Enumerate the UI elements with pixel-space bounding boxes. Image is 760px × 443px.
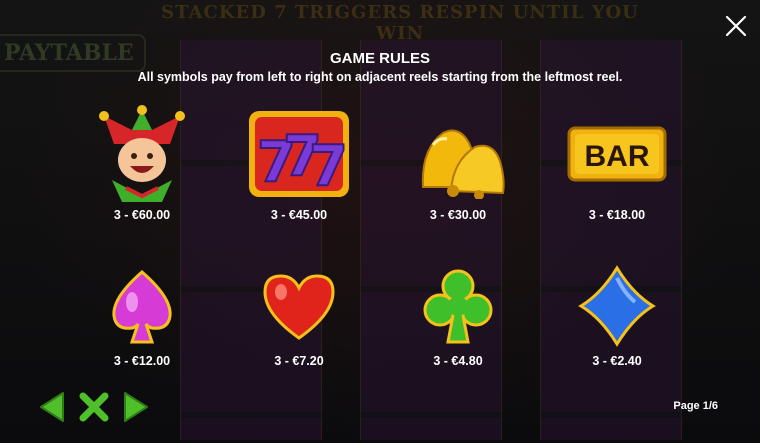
background-reel [180, 40, 322, 440]
symbol-card-bar: BAR 3 - €18.00 [537, 104, 697, 222]
club-icon [423, 269, 493, 344]
symbol-card-club: 3 - €4.80 [378, 262, 538, 368]
close-icon [725, 15, 747, 37]
arrow-right-icon [124, 392, 148, 422]
page-indicator: Page 1/6 [673, 400, 718, 412]
rules-subtitle: All symbols pay from left to right on ad… [137, 70, 623, 84]
background-reel [540, 40, 682, 440]
symbol-payout: 3 - €45.00 [270, 208, 328, 222]
symbol-payout: 3 - €2.40 [592, 354, 642, 368]
symbol-card-bells: 3 - €30.00 [378, 104, 538, 222]
jester-icon [99, 105, 185, 202]
symbol-card-diamond: 3 - €2.40 [537, 262, 697, 368]
diamond-icon [578, 265, 656, 347]
lucky-777-icon: 7 7 7 [249, 111, 349, 199]
close-rules-button[interactable] [76, 390, 112, 424]
next-page-button[interactable] [118, 390, 154, 424]
bar-icon: BAR [567, 126, 667, 182]
symbol-payout: 3 - €60.00 [113, 208, 171, 222]
symbol-card-777: 7 7 7 3 - €45.00 [219, 104, 379, 222]
symbol-payout: 3 - €7.20 [274, 354, 324, 368]
previous-page-button[interactable] [34, 390, 70, 424]
background-reel [360, 40, 502, 440]
rules-title: GAME RULES [329, 50, 430, 67]
symbol-card-spade: 3 - €12.00 [62, 262, 222, 368]
symbol-card-heart: 3 - €7.20 [219, 262, 379, 368]
symbol-payout: 3 - €18.00 [588, 208, 646, 222]
symbol-card-jester: 3 - €60.00 [62, 104, 222, 222]
svg-text:7: 7 [309, 134, 348, 199]
symbol-payout: 3 - €30.00 [429, 208, 487, 222]
symbol-payout: 3 - €4.80 [433, 354, 483, 368]
spade-icon [112, 270, 172, 344]
heart-icon [263, 274, 335, 340]
close-x-icon [79, 392, 109, 422]
close-button[interactable] [720, 10, 752, 42]
bar-symbol-label: BAR [585, 140, 650, 173]
background-banner: STACKED 7 TRIGGERS RESPIN UNTIL YOU WIN [161, 2, 639, 44]
arrow-left-icon [40, 392, 64, 422]
symbol-payout: 3 - €12.00 [113, 354, 171, 368]
golden-bells-icon [421, 129, 505, 199]
page-navigation [34, 390, 154, 424]
